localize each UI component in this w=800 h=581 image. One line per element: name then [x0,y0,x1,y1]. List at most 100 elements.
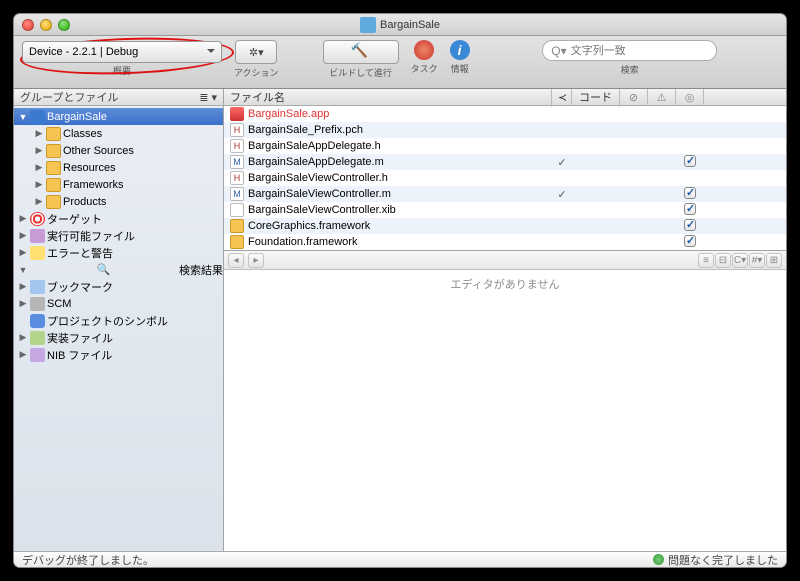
hammer-icon [351,42,371,62]
file-row[interactable]: MBargainSaleViewController.m ✓ [224,186,786,202]
info-icon[interactable]: i [450,40,470,60]
nav-opt-5[interactable]: ⊞ [766,253,782,268]
folder-row[interactable]: ▶ Classes [14,125,223,142]
file-icon [230,235,244,249]
smart-group-row[interactable]: ▶ ブックマーク [14,278,223,295]
disclosure-icon[interactable]: ▶ [34,179,44,190]
disclosure-icon[interactable]: ▼ [18,265,28,275]
disclosure-icon[interactable]: ▶ [18,332,28,343]
project-row[interactable]: ▼ BargainSale [14,108,223,125]
action-button[interactable]: ✲▾ [235,40,277,64]
nav-back-button[interactable]: ◂ [228,253,244,268]
disclosure-icon[interactable]: ▶ [18,349,28,360]
build-label: ビルドして進行 [329,66,392,79]
nav-fwd-button[interactable]: ▸ [248,253,264,268]
file-row[interactable]: MBargainSaleAppDelegate.m ✓ [224,154,786,170]
gear-icon: ✲▾ [249,46,264,59]
search-input[interactable] [571,45,709,57]
disclosure-icon[interactable]: ▶ [34,128,44,139]
disclosure-icon[interactable]: ▶ [18,247,28,258]
folder-row[interactable]: ▶ Products [14,193,223,210]
folder-row[interactable]: ▶ Resources [14,159,223,176]
smart-group-row[interactable]: ▶ 実装ファイル [14,329,223,346]
project-icon [30,110,45,124]
action-label: アクション [234,66,279,79]
task-label: タスク [411,62,438,75]
group-icon [30,212,45,226]
nav-opt-4[interactable]: #▾ [749,253,765,268]
file-row[interactable]: BargainSaleViewController.xib [224,202,786,218]
smart-group-row[interactable]: ▼ 検索結果 [14,261,223,278]
file-row[interactable]: HBargainSaleAppDelegate.h [224,138,786,154]
disclosure-icon[interactable]: ▶ [18,298,28,309]
file-icon: H [230,139,244,153]
file-icon: M [230,187,244,201]
file-row[interactable]: HBargainSaleViewController.h [224,170,786,186]
file-icon [230,219,244,233]
titlebar[interactable]: BargainSale [14,14,786,36]
disclosure-icon[interactable]: ▶ [34,145,44,156]
smart-group-row[interactable]: ▶ 実行可能ファイル [14,227,223,244]
file-icon: H [230,171,244,185]
window-title-text: BargainSale [380,19,440,31]
info-label: 情報 [451,62,469,75]
file-row[interactable]: BargainSale.app [224,106,786,122]
disclosure-icon[interactable]: ▼ [18,112,28,122]
editor-empty-message: エディタがありません [451,276,560,292]
nav-opt-3[interactable]: C▾ [732,253,748,268]
smart-group-row[interactable]: ▶ SCM [14,295,223,312]
file-icon: H [230,123,244,137]
build-and-go-button[interactable] [323,40,399,64]
task-icon[interactable] [414,40,434,60]
group-icon [30,331,45,345]
scheme-selector[interactable]: Device - 2.2.1 | Debug [22,41,222,63]
xcode-window: BargainSale Device - 2.2.1 | Debug 概要 ✲▾… [14,14,786,567]
smart-group-row[interactable]: ▶ エラーと警告 [14,244,223,261]
folder-icon [46,144,61,158]
smart-group-row[interactable]: プロジェクトのシンボル [14,312,223,329]
folder-icon [46,161,61,175]
group-icon [30,280,45,294]
smart-group-row[interactable]: ▶ NIB ファイル [14,346,223,363]
smart-group-row[interactable]: ▶ ターゲット [14,210,223,227]
success-icon [653,554,664,565]
folder-icon [46,195,61,209]
file-icon [230,203,244,217]
nav-opt-1[interactable]: ≡ [698,253,714,268]
status-bar: デバッグが終了しました。 問題なく完了しました [14,551,786,567]
search-field[interactable]: Q▾ [542,40,717,61]
folder-row[interactable]: ▶ Other Sources [14,142,223,159]
disclosure-icon[interactable]: ▶ [34,196,44,207]
disclosure-icon[interactable]: ▶ [18,213,28,224]
search-icon: Q▾ [551,44,566,58]
target-checkbox [684,203,696,215]
sidebar-menu-icon[interactable]: ≣ ▾ [199,91,217,104]
search-label: 検索 [621,63,639,76]
folder-row[interactable]: ▶ Frameworks [14,176,223,193]
nav-opt-2[interactable]: ⊟ [715,253,731,268]
group-icon [30,229,45,243]
disclosure-icon[interactable]: ▶ [18,230,28,241]
target-checkbox [684,235,696,247]
disclosure-icon[interactable]: ▶ [18,281,28,292]
sidebar: グループとファイル ≣ ▾ ▼ BargainSale ▶ Classes ▶ … [14,89,224,551]
file-row[interactable]: HBargainSale_Prefix.pch [224,122,786,138]
group-icon [30,263,177,277]
group-icon [30,297,45,311]
editor-nav-strip: ◂ ▸ ≡ ⊟ C▾ #▾ ⊞ [224,251,786,270]
groups-tree[interactable]: ▼ BargainSale ▶ Classes ▶ Other Sources … [14,106,223,551]
group-icon [30,348,45,362]
status-left: デバッグが終了しました。 [22,552,154,568]
target-checkbox [684,155,696,167]
file-list[interactable]: BargainSale.app HBargainSale_Prefix.pch … [224,106,786,251]
editor-area: エディタがありません [224,270,786,551]
file-row[interactable]: Foundation.framework [224,234,786,250]
window-title: BargainSale [14,17,786,33]
sidebar-header[interactable]: グループとファイル ≣ ▾ [14,89,223,106]
disclosure-icon[interactable]: ▶ [34,162,44,173]
main-pane: ファイル名 ≺ コード ⊘ ⚠ ◎ BargainSale.app HBarga… [224,89,786,551]
file-list-header[interactable]: ファイル名 ≺ コード ⊘ ⚠ ◎ [224,89,786,106]
file-icon: M [230,155,244,169]
file-row[interactable]: CoreGraphics.framework [224,218,786,234]
target-checkbox [684,187,696,199]
